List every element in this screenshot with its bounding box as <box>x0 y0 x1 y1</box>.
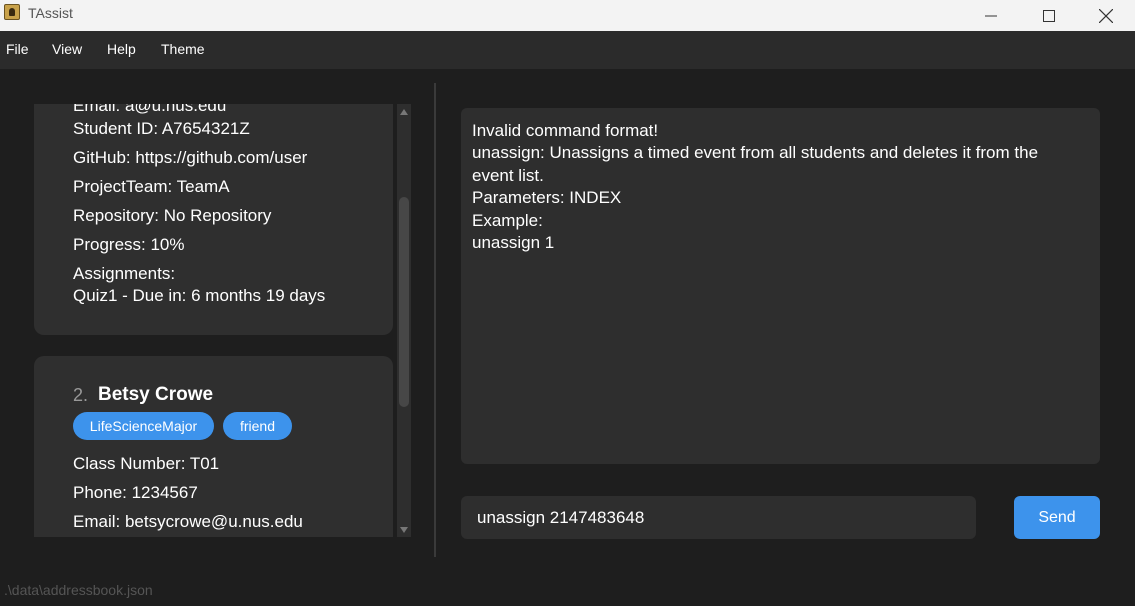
menu-help[interactable]: Help <box>107 41 136 57</box>
close-icon <box>1099 8 1113 23</box>
minimize-button[interactable] <box>962 0 1020 31</box>
panel-divider[interactable] <box>434 83 436 557</box>
person-assignments-label: Assignments: <box>73 264 176 283</box>
result-line: Example: <box>472 211 543 230</box>
list-scrollbar[interactable] <box>397 104 411 537</box>
app-icon <box>4 4 20 20</box>
person-student-id: Student ID: A7654321Z <box>73 119 250 138</box>
tag-badge: LifeScienceMajor <box>73 412 214 440</box>
scroll-up-icon[interactable] <box>397 105 411 119</box>
maximize-icon <box>1043 9 1055 22</box>
tag-badge: friend <box>223 412 292 440</box>
menu-view[interactable]: View <box>52 41 82 57</box>
window-title: TAssist <box>28 5 73 21</box>
result-line: unassign: Unassigns a timed event from a… <box>472 143 1039 162</box>
person-github: GitHub: https://github.com/user <box>73 148 308 167</box>
menu-file[interactable]: File <box>6 41 29 57</box>
person-phone: Phone: 1234567 <box>73 483 198 502</box>
send-button[interactable]: Send <box>1014 496 1100 539</box>
person-name: Betsy Crowe <box>98 384 214 405</box>
command-input[interactable] <box>461 496 976 539</box>
person-card[interactable]: Email: a@u.nus.edu Student ID: A7654321Z… <box>34 104 393 335</box>
maximize-button[interactable] <box>1020 0 1078 31</box>
result-display: Invalid command format! unassign: Unassi… <box>461 108 1100 464</box>
result-line: unassign 1 <box>472 233 555 252</box>
scroll-down-icon[interactable] <box>397 523 411 537</box>
person-repository: Repository: No Repository <box>73 206 272 225</box>
person-progress: Progress: 10% <box>73 235 185 254</box>
minimize-icon <box>985 15 997 16</box>
scroll-thumb[interactable] <box>399 197 409 407</box>
person-assignment-item: Quiz1 - Due in: 6 months 19 days <box>73 286 326 305</box>
person-email: Email: a@u.nus.edu <box>73 104 227 115</box>
close-button[interactable] <box>1077 0 1135 31</box>
person-index: 2. <box>73 385 89 405</box>
person-class-number: Class Number: T01 <box>73 454 220 473</box>
menu-theme[interactable]: Theme <box>161 41 205 57</box>
result-line: Invalid command format! <box>472 121 659 140</box>
title-bar: TAssist <box>0 0 1135 31</box>
person-list[interactable]: Email: a@u.nus.edu Student ID: A7654321Z… <box>34 104 394 537</box>
result-line: event list. <box>472 166 544 185</box>
person-card[interactable]: 2. Betsy Crowe LifeScienceMajor friend C… <box>34 356 393 537</box>
result-line: Parameters: INDEX <box>472 188 622 207</box>
person-email: Email: betsycrowe@u.nus.edu <box>73 512 303 531</box>
status-bar-path: .\data\addressbook.json <box>4 582 153 598</box>
menu-bar: File View Help Theme <box>0 31 1135 69</box>
person-project-team: ProjectTeam: TeamA <box>73 177 230 196</box>
